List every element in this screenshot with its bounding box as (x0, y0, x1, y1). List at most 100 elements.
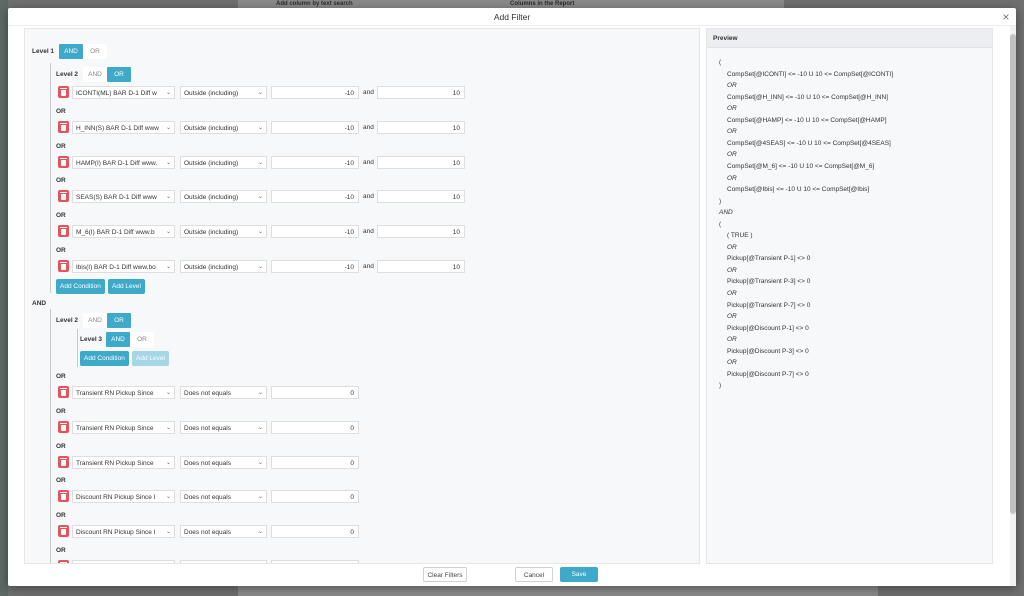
condition-max-input[interactable]: 10 (377, 86, 465, 99)
chevron-down-icon: ⌄ (257, 529, 263, 536)
condition-max-input[interactable]: 10 (377, 155, 465, 169)
condition-min-input[interactable]: -10 (271, 190, 359, 204)
condition-field-select[interactable]: Ibis(I) BAR D-1 Diff www.bo ⌄ (72, 260, 175, 273)
preview-line: OR (727, 336, 737, 344)
condition-operator-select[interactable]: Outside (including) ⌄ (180, 260, 267, 273)
save-button[interactable]: Save (560, 567, 598, 582)
preview-line: OR (727, 359, 737, 367)
condition-value-input[interactable]: 0 (271, 420, 359, 434)
chevron-down-icon: ⌄ (165, 124, 171, 131)
operator-select-label: Does not equals (184, 494, 231, 502)
condition-min-input[interactable]: -10 (271, 86, 359, 99)
range-joiner-label: and (363, 228, 374, 236)
condition-operator-select[interactable]: Does not equals⌄ (180, 455, 267, 469)
delete-condition-button[interactable] (58, 225, 69, 238)
level1-and-toggle[interactable]: AND (59, 44, 83, 59)
group2-or-toggle[interactable]: OR (107, 313, 131, 328)
chevron-down-icon: ⌄ (165, 159, 171, 166)
condition-operator-select[interactable]: Outside (including) ⌄ (180, 155, 267, 169)
preview-line: CompSet[@ICONTI] <= -10 U 10 <= CompSet[… (727, 70, 894, 78)
delete-condition-button[interactable] (58, 260, 69, 272)
condition-field-select[interactable]: Discount RN Pickup Since I⌄ (72, 560, 175, 563)
group1-and-toggle[interactable]: AND (83, 67, 107, 82)
level3-or-toggle[interactable]: OR (130, 332, 154, 347)
condition-max-input[interactable]: 10 (377, 225, 465, 239)
group2-or-separator: OR (56, 373, 66, 380)
delete-condition-button[interactable] (58, 155, 69, 168)
delete-condition-button[interactable] (58, 386, 69, 398)
delete-condition-button[interactable] (58, 420, 69, 433)
chevron-down-icon: ⌄ (257, 124, 263, 131)
operator-select-label: Outside (including) (184, 90, 239, 97)
chevron-down-icon: ⌄ (257, 90, 263, 96)
group1-or-toggle[interactable]: OR (107, 67, 131, 82)
delete-condition-button[interactable] (58, 190, 69, 203)
preview-line: OR (727, 128, 737, 136)
condition-field-select[interactable]: ICONTI(ML) BAR D-1 Diff w ⌄ (72, 86, 175, 99)
level3-add-condition-button[interactable]: Add Condition (80, 351, 129, 366)
group2-or-separator: OR (56, 477, 66, 485)
condition-field-select[interactable]: H_INN(S) BAR D-1 Diff www ⌄ (72, 120, 175, 134)
chevron-down-icon: ⌄ (165, 424, 171, 431)
condition-operator-select[interactable]: Outside (including) ⌄ (180, 190, 267, 204)
delete-condition-button[interactable] (58, 86, 69, 98)
background-sidebar (0, 0, 8, 596)
delete-condition-button[interactable] (58, 490, 69, 503)
delete-condition-button[interactable] (58, 120, 69, 133)
level1-label: Level 1 (32, 48, 55, 55)
delete-condition-button[interactable] (58, 560, 69, 563)
dialog-scrollbar-thumb[interactable] (1010, 34, 1016, 514)
condition-operator-select[interactable]: Does not equals⌄ (180, 386, 267, 399)
condition-field-select[interactable]: M_6(I) BAR D-1 Diff www.b ⌄ (72, 225, 175, 239)
condition-max-input[interactable]: 10 (377, 260, 465, 273)
condition-operator-select[interactable]: Does not equals⌄ (180, 490, 267, 504)
close-icon[interactable]: × (1000, 11, 1012, 23)
condition-max-input[interactable]: 10 (377, 120, 465, 134)
group1-or-separator: OR (56, 107, 66, 115)
level1-or-toggle[interactable]: OR (83, 44, 107, 59)
group2-and-toggle[interactable]: AND (83, 313, 107, 328)
level3-add-level-button[interactable]: Add Level (132, 351, 169, 366)
condition-min-input[interactable]: -10 (271, 260, 359, 273)
group1-add-condition-button[interactable]: Add Condition (56, 279, 105, 294)
preview-line: OR (727, 266, 737, 274)
delete-condition-button[interactable] (58, 455, 69, 468)
cancel-button[interactable]: Cancel (515, 567, 553, 582)
condition-field-select[interactable]: Transient RN Pickup Since ⌄ (72, 420, 175, 434)
condition-min-input[interactable]: -10 (271, 155, 359, 169)
clear-filters-button[interactable]: Clear Filters (423, 567, 467, 582)
chevron-down-icon: ⌄ (257, 194, 263, 201)
preview-line: ( (719, 220, 722, 228)
condition-operator-select[interactable]: Does not equals⌄ (180, 420, 267, 434)
condition-field-select[interactable]: Discount RN Pickup Since I⌄ (72, 490, 175, 504)
preview-line: OR (727, 82, 737, 90)
condition-operator-select[interactable]: Does not equals⌄ (180, 560, 267, 563)
condition-operator-select[interactable]: Outside (including) ⌄ (180, 86, 267, 99)
condition-max-input[interactable]: 10 (377, 190, 465, 204)
condition-operator-select[interactable]: Does not equals⌄ (180, 525, 267, 539)
condition-field-select[interactable]: SEAS(S) BAR D-1 Diff www ⌄ (72, 190, 175, 204)
condition-field-select[interactable]: Discount RN Pickup Since I⌄ (72, 525, 175, 539)
chevron-down-icon: ⌄ (257, 264, 263, 270)
condition-operator-select[interactable]: Outside (including) ⌄ (180, 225, 267, 239)
preview-line: CompSet[@HAMP] <= -10 U 10 <= CompSet[@H… (727, 116, 887, 124)
preview-line: Pickup[@Transient P-3] <> 0 (727, 278, 811, 286)
group1-add-level-button[interactable]: Add Level (108, 279, 145, 294)
condition-value-input[interactable]: 0 (271, 490, 359, 504)
condition-value-input[interactable]: 0 (271, 560, 359, 563)
condition-operator-select[interactable]: Outside (including) ⌄ (180, 120, 267, 134)
condition-value-input[interactable]: 0 (271, 386, 359, 399)
condition-value-input[interactable]: 0 (271, 455, 359, 469)
field-select-label: Transient RN Pickup Since (76, 390, 154, 397)
background-columns-label: Columns in the Report (510, 1, 575, 7)
delete-condition-button[interactable] (58, 525, 69, 538)
condition-value-input[interactable]: 0 (271, 525, 359, 539)
preview-line: Pickup[@Discount P-3] <> 0 (727, 347, 809, 355)
level3-and-toggle[interactable]: AND (106, 332, 130, 347)
condition-min-input[interactable]: -10 (271, 120, 359, 134)
condition-field-select[interactable]: HAMP(I) BAR D-1 Diff www. ⌄ (72, 155, 175, 169)
group1-level-label: Level 2 (56, 71, 79, 78)
condition-min-input[interactable]: -10 (271, 225, 359, 239)
condition-field-select[interactable]: Transient RN Pickup Since ⌄ (72, 455, 175, 469)
condition-field-select[interactable]: Transient RN Pickup Since ⌄ (72, 386, 175, 399)
